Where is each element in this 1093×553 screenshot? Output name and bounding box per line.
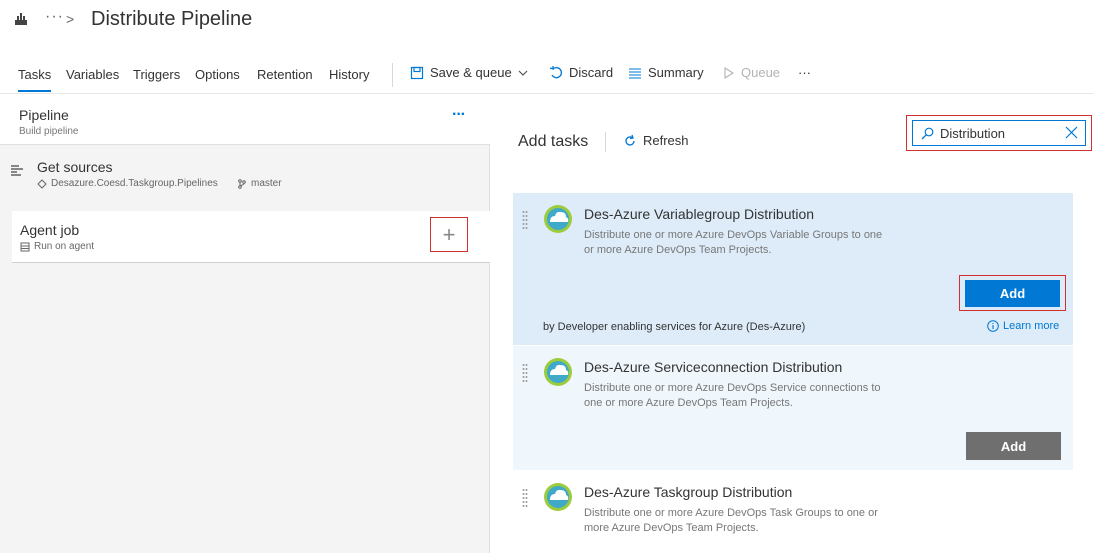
queue-label: Queue — [741, 65, 781, 80]
refresh-button[interactable]: Refresh — [623, 133, 689, 148]
agent-job-subtitle-text: Run on agent — [34, 241, 95, 252]
task-card-taskgroup[interactable]: Des-Azure Taskgroup Distribution Distrib… — [513, 471, 1073, 553]
queue-button[interactable]: Queue — [723, 65, 780, 80]
tab-tasks[interactable]: Tasks — [18, 67, 52, 92]
refresh-icon — [625, 134, 635, 146]
task-description: Distribute one or more Azure DevOps Serv… — [584, 382, 881, 409]
agent-icon — [20, 242, 30, 251]
search-input[interactable] — [940, 125, 1060, 141]
repo-icon — [37, 178, 47, 189]
list-icon — [629, 67, 641, 79]
task-description: Distribute one or more Azure DevOps Task… — [584, 507, 878, 534]
pipeline-card[interactable]: Pipeline Build pipeline ··· — [0, 95, 490, 145]
tab-triggers[interactable]: Triggers — [133, 67, 180, 82]
pipeline-subtitle: Build pipeline — [19, 126, 79, 137]
des-azure-logo-icon — [543, 357, 573, 387]
build-pipeline-icon[interactable] — [14, 12, 30, 28]
search-highlight — [906, 115, 1092, 151]
add-tasks-pane: Add tasks Refresh Des-Azure Variablegrou… — [491, 95, 1093, 553]
refresh-label: Refresh — [643, 133, 689, 148]
branch-name: master — [251, 178, 282, 189]
sources-icon — [10, 163, 24, 181]
pipeline-more-button[interactable]: ··· — [452, 106, 466, 124]
info-icon — [987, 320, 999, 332]
close-icon[interactable] — [1065, 126, 1078, 139]
task-publisher: by Developer enabling services for Azure… — [543, 321, 806, 333]
breadcrumb-more-icon[interactable]: ··· — [45, 8, 64, 26]
summary-label: Summary — [648, 65, 704, 80]
undo-icon — [549, 65, 562, 78]
learn-more-label: Learn more — [1003, 320, 1060, 332]
play-icon — [724, 66, 735, 79]
drag-handle-icon[interactable] — [522, 488, 528, 513]
add-tasks-divider — [605, 132, 606, 152]
get-sources-title: Get sources — [37, 159, 113, 175]
add-button-highlight: Add — [959, 275, 1066, 311]
toolbar-more-button[interactable]: ··· — [798, 65, 811, 80]
tab-variables[interactable]: Variables — [66, 67, 119, 82]
tab-options[interactable]: Options — [195, 67, 240, 82]
save-icon — [410, 66, 424, 79]
add-task-plus-button[interactable]: + — [430, 217, 468, 252]
drag-handle-icon[interactable] — [522, 210, 528, 235]
agent-job-title: Agent job — [20, 222, 80, 238]
task-card-variablegroup[interactable]: Des-Azure Variablegroup Distribution Dis… — [513, 193, 1073, 345]
save-queue-label: Save & queue — [430, 65, 512, 80]
page-title: Distribute Pipeline — [91, 8, 253, 30]
breadcrumb-chevron-icon: > — [66, 11, 75, 27]
repo-name: Desazure.Coesd.Taskgroup.Pipelines — [51, 178, 218, 189]
toolbar-divider — [392, 63, 393, 87]
task-description: Distribute one or more Azure DevOps Vari… — [584, 229, 883, 256]
search-icon — [921, 127, 934, 139]
discard-button[interactable]: Discard — [549, 65, 613, 80]
tab-retention[interactable]: Retention — [257, 67, 313, 82]
task-title: Des-Azure Taskgroup Distribution — [584, 484, 793, 500]
branch-info: master — [237, 178, 282, 189]
tab-toolbar: Tasks Variables Triggers Options Retenti… — [0, 58, 1093, 94]
get-sources-item[interactable]: Get sources Desazure.Coesd.Taskgroup.Pip… — [0, 146, 490, 196]
repo-info: Desazure.Coesd.Taskgroup.Pipelines — [37, 178, 218, 189]
agent-job-subtitle: Run on agent — [20, 241, 94, 252]
agent-job-item[interactable]: Agent job Run on agent + — [12, 211, 490, 263]
page-header: ··· > Distribute Pipeline — [0, 0, 1093, 44]
pipeline-pane: Pipeline Build pipeline ··· Get sources … — [0, 95, 490, 553]
des-azure-logo-icon — [543, 204, 573, 234]
task-title: Des-Azure Variablegroup Distribution — [584, 206, 815, 222]
chevron-down-icon — [518, 70, 528, 76]
save-queue-button[interactable]: Save & queue — [410, 65, 528, 80]
learn-more-link[interactable]: Learn more — [987, 320, 1059, 332]
pipeline-title: Pipeline — [19, 107, 69, 123]
task-title: Des-Azure Serviceconnection Distribution — [584, 359, 843, 375]
task-card-serviceconnection[interactable]: Des-Azure Serviceconnection Distribution… — [513, 346, 1073, 470]
des-azure-logo-icon — [543, 482, 573, 512]
summary-button[interactable]: Summary — [628, 65, 704, 80]
add-tasks-title: Add tasks — [518, 133, 589, 150]
drag-handle-icon[interactable] — [522, 363, 528, 388]
tab-history[interactable]: History — [329, 67, 369, 82]
discard-label: Discard — [569, 65, 614, 80]
add-button[interactable]: Add — [966, 432, 1061, 460]
branch-icon — [238, 178, 246, 189]
add-button[interactable]: Add — [965, 280, 1060, 307]
task-search-box[interactable] — [912, 120, 1086, 146]
